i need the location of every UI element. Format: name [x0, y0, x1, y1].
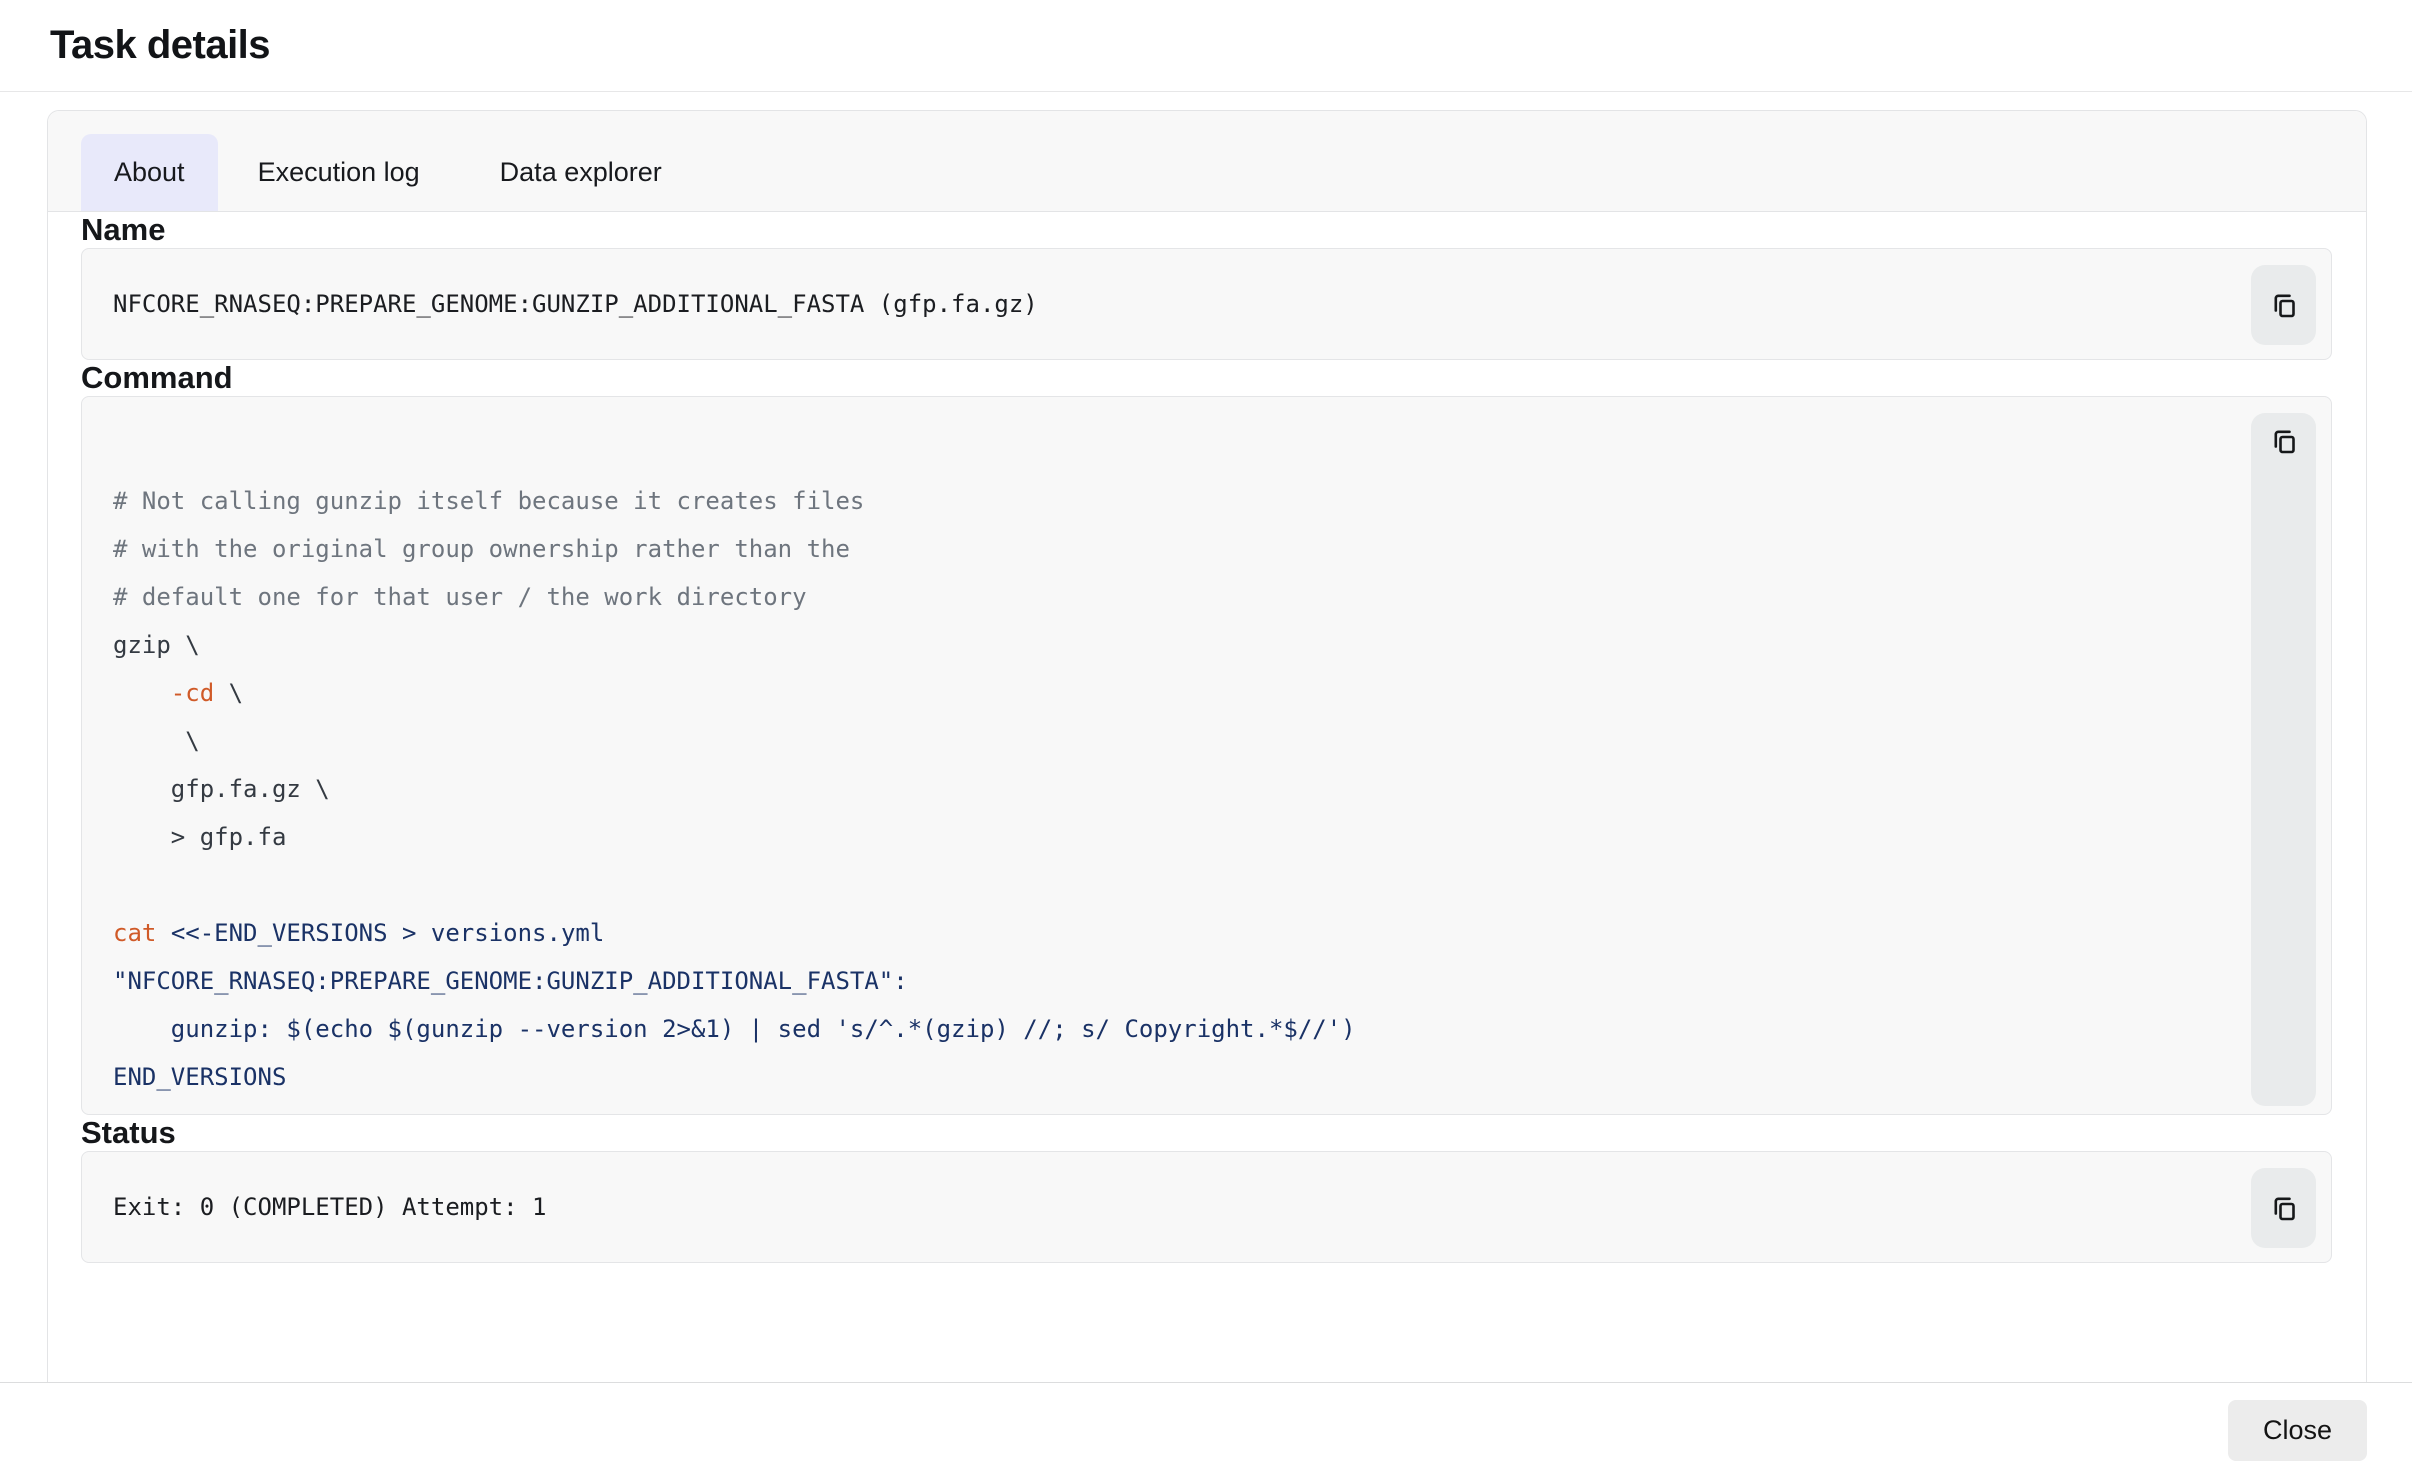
copy-name-button[interactable]	[2251, 265, 2316, 345]
task-details-card: About Execution log Data explorer Name N…	[47, 110, 2367, 1382]
command-code-box: # Not calling gunzip itself because it c…	[81, 396, 2332, 1115]
page-title: Task details	[50, 23, 270, 68]
name-value-box: NFCORE_RNASEQ:PREPARE_GENOME:GUNZIP_ADDI…	[81, 248, 2332, 360]
status-value: Exit: 0 (COMPLETED) Attempt: 1	[113, 1193, 546, 1221]
tab-about-label: About	[114, 157, 185, 188]
copy-status-button[interactable]	[2251, 1168, 2316, 1248]
tab-bar: About Execution log Data explorer	[48, 111, 2366, 212]
task-name-value: NFCORE_RNASEQ:PREPARE_GENOME:GUNZIP_ADDI…	[113, 290, 1038, 318]
tab-panel-about: Name NFCORE_RNASEQ:PREPARE_GENOME:GUNZIP…	[48, 212, 2366, 1263]
status-value-box: Exit: 0 (COMPLETED) Attempt: 1	[81, 1151, 2332, 1263]
tab-data-explorer-label: Data explorer	[500, 157, 662, 188]
close-button[interactable]: Close	[2228, 1400, 2367, 1461]
name-section-heading: Name	[81, 212, 2332, 248]
page-header: Task details	[0, 0, 2412, 92]
copy-icon	[2271, 427, 2297, 455]
tab-data-explorer[interactable]: Data explorer	[460, 134, 702, 211]
tab-execution-log-label: Execution log	[258, 157, 420, 188]
status-section-heading: Status	[81, 1115, 2332, 1151]
copy-icon	[2271, 291, 2297, 319]
command-scrollbar-track	[2251, 413, 2316, 1106]
command-section-heading: Command	[81, 360, 2332, 396]
copy-icon	[2271, 1194, 2297, 1222]
tab-about[interactable]: About	[81, 134, 218, 211]
command-code: # Not calling gunzip itself because it c…	[82, 397, 2331, 1101]
copy-command-button[interactable]	[2271, 427, 2297, 458]
modal-footer: Close	[0, 1382, 2412, 1476]
tab-execution-log[interactable]: Execution log	[218, 134, 460, 211]
